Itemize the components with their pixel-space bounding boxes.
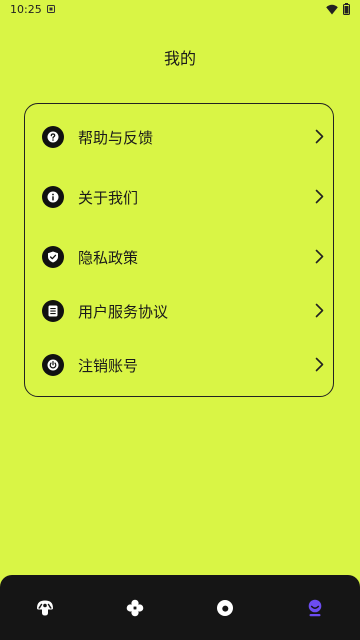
shield-check-icon — [42, 246, 64, 268]
status-bar: 10:25 — [0, 0, 360, 20]
document-icon — [42, 300, 64, 322]
menu-item-help-feedback[interactable]: 帮助与反馈 — [25, 117, 333, 157]
donut-icon — [217, 600, 233, 616]
chevron-right-icon — [315, 249, 324, 264]
nav-tab-discover[interactable] — [0, 575, 90, 640]
mushroom-icon — [37, 600, 53, 616]
profile-icon — [308, 599, 322, 617]
nav-tab-apps[interactable] — [90, 575, 180, 640]
menu-item-label: 隐私政策 — [78, 249, 139, 267]
page-title: 我的 — [163, 49, 196, 68]
bottom-nav — [0, 575, 360, 640]
chevron-right-icon — [315, 189, 324, 204]
chevron-right-icon — [315, 303, 324, 318]
menu-item-privacy-policy[interactable]: 隐私政策 — [25, 237, 333, 277]
battery-icon — [343, 3, 350, 15]
info-icon — [42, 186, 64, 208]
menu-item-label: 帮助与反馈 — [78, 129, 154, 147]
menu-item-about-us[interactable]: 关于我们 — [25, 177, 333, 217]
power-icon — [42, 354, 64, 376]
menu-item-label: 用户服务协议 — [78, 303, 169, 321]
wifi-icon — [326, 4, 338, 15]
menu-item-label: 关于我们 — [78, 189, 139, 207]
four-circles-icon — [126, 599, 144, 617]
nav-tab-explore[interactable] — [180, 575, 270, 640]
chevron-right-icon — [315, 357, 324, 372]
chevron-right-icon — [315, 129, 324, 144]
menu-item-user-agreement[interactable]: 用户服务协议 — [25, 291, 333, 331]
nav-tab-profile[interactable] — [270, 575, 360, 640]
help-icon — [42, 126, 64, 148]
menu-item-label: 注销账号 — [78, 357, 139, 375]
menu-item-delete-account[interactable]: 注销账号 — [25, 345, 333, 385]
status-time: 10:25 — [10, 3, 42, 16]
notification-icon — [47, 5, 55, 13]
menu-card: 帮助与反馈 关于我们 隐私政策 用户服务协议 注销账号 — [24, 103, 334, 397]
